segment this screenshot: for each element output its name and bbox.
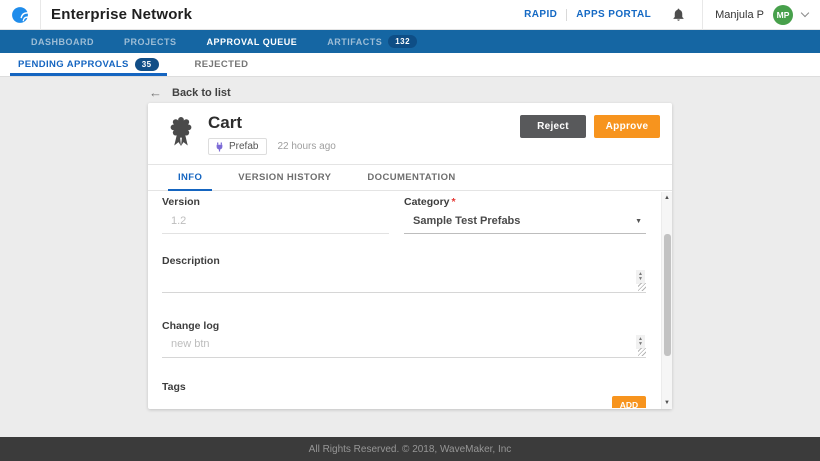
nav-label: DASHBOARD [31,37,94,47]
artifact-title: Cart [208,113,336,133]
description-field-group: Description ▲▼ [162,255,646,293]
card-actions: Reject Approve [520,115,660,138]
description-textarea[interactable]: ▲▼ [162,267,646,293]
artifact-detail-card: Cart Prefab 22 hours ago Reject Appro [148,103,672,409]
page-title: Enterprise Network [51,6,192,23]
category-field-group: Category* Sample Test Prefabs ▼ [404,196,646,234]
footer: All Rights Reserved. © 2018, WaveMaker, … [0,437,820,461]
tab-label: INFO [178,172,202,183]
scrollbar-thumb[interactable] [664,234,671,356]
subtab-label: PENDING APPROVALS [18,59,129,70]
copyright-text: All Rights Reserved. © 2018, WaveMaker, … [309,444,512,455]
approve-button[interactable]: Approve [594,115,660,138]
back-arrow-icon: ← [149,85,162,100]
notifications-button[interactable] [671,7,686,22]
required-asterisk: * [452,196,456,208]
card-title-block: Cart Prefab 22 hours ago [208,113,336,164]
nav-item-approval-queue[interactable]: APPROVAL QUEUE [192,30,313,53]
resize-grip-icon[interactable] [638,283,646,291]
textarea-spinner-icon[interactable]: ▲▼ [636,335,645,349]
changelog-field-group: Change log new btn ▲▼ [162,320,646,358]
nav-item-dashboard[interactable]: DASHBOARD [16,30,109,53]
user-name: Manjula P [715,9,764,21]
select-caret-icon: ▼ [635,218,642,225]
tab-documentation[interactable]: DOCUMENTATION [357,165,465,190]
prefab-plug-icon [215,142,224,152]
timestamp: 22 hours ago [277,141,335,152]
tags-input[interactable] [162,393,590,408]
changelog-label: Change log [162,320,646,332]
scroll-down-icon[interactable]: ▼ [662,400,672,406]
version-label: Version [162,196,389,208]
award-ribbon-icon [166,113,196,153]
tab-info[interactable]: INFO [168,165,212,190]
version-field-group: Version 1.2 [162,196,389,234]
subtab-label: REJECTED [195,59,249,70]
tags-label: Tags [162,381,646,393]
header-divider [40,0,41,30]
category-label-text: Category [404,196,450,208]
nav-label: APPROVAL QUEUE [207,37,298,47]
tags-field-group: Tags ADD prefab × btn × [162,381,646,408]
textarea-spinner-icon[interactable]: ▲▼ [636,270,645,284]
version-category-row: Version 1.2 Category* Sample Test Prefab… [162,196,646,234]
bell-icon [671,7,686,22]
avatar[interactable]: MP [773,5,793,25]
approval-subnav: PENDING APPROVALS 35 REJECTED [0,53,820,77]
pending-count-badge: 35 [135,58,159,71]
changelog-textarea[interactable]: new btn ▲▼ [162,332,646,358]
tab-label: DOCUMENTATION [367,172,455,183]
description-label: Description [162,255,646,267]
header-right: RAPID APPS PORTAL Manjula P MP [524,0,808,30]
wavemaker-logo-icon [10,5,30,25]
back-to-list-link[interactable]: ← Back to list [149,85,231,100]
nav-item-artifacts[interactable]: ARTIFACTS 132 [312,30,432,53]
nav-item-projects[interactable]: PROJECTS [109,30,192,53]
apps-portal-link[interactable]: APPS PORTAL [576,9,651,20]
category-selected-value: Sample Test Prefabs [413,215,520,227]
top-header: Enterprise Network RAPID APPS PORTAL Man… [0,0,820,30]
type-badge: Prefab [208,138,267,155]
tab-version-history[interactable]: VERSION HISTORY [228,165,341,190]
back-label: Back to list [172,87,231,99]
artifacts-count-badge: 132 [388,35,417,48]
chevron-down-icon[interactable] [801,9,809,17]
category-select[interactable]: Sample Test Prefabs ▼ [404,208,646,234]
card-header: Cart Prefab 22 hours ago Reject Appro [148,103,672,165]
main-content: ← Back to list Cart [0,77,820,437]
tab-rejected[interactable]: REJECTED [177,53,267,76]
user-divider [702,0,703,30]
rapid-link[interactable]: RAPID [524,9,557,20]
link-divider [566,9,567,21]
category-label: Category* [404,196,646,208]
artifact-meta: Prefab 22 hours ago [208,138,336,155]
version-input: 1.2 [162,208,389,234]
primary-nav: DASHBOARD PROJECTS APPROVAL QUEUE ARTIFA… [0,30,820,53]
tab-pending-approvals[interactable]: PENDING APPROVALS 35 [0,53,177,76]
type-badge-label: Prefab [229,141,258,152]
info-form: Version 1.2 Category* Sample Test Prefab… [148,191,672,408]
add-tag-button[interactable]: ADD [612,396,646,408]
changelog-value: new btn [171,338,210,350]
tab-label: VERSION HISTORY [238,172,331,183]
nav-label: PROJECTS [124,37,177,47]
reject-button[interactable]: Reject [520,115,586,138]
resize-grip-icon[interactable] [638,348,646,356]
card-scrollbar[interactable]: ▲ ▼ [661,192,672,409]
scroll-up-icon[interactable]: ▲ [662,195,672,201]
nav-label: ARTIFACTS [327,37,382,47]
card-tabs: INFO VERSION HISTORY DOCUMENTATION [148,165,672,191]
